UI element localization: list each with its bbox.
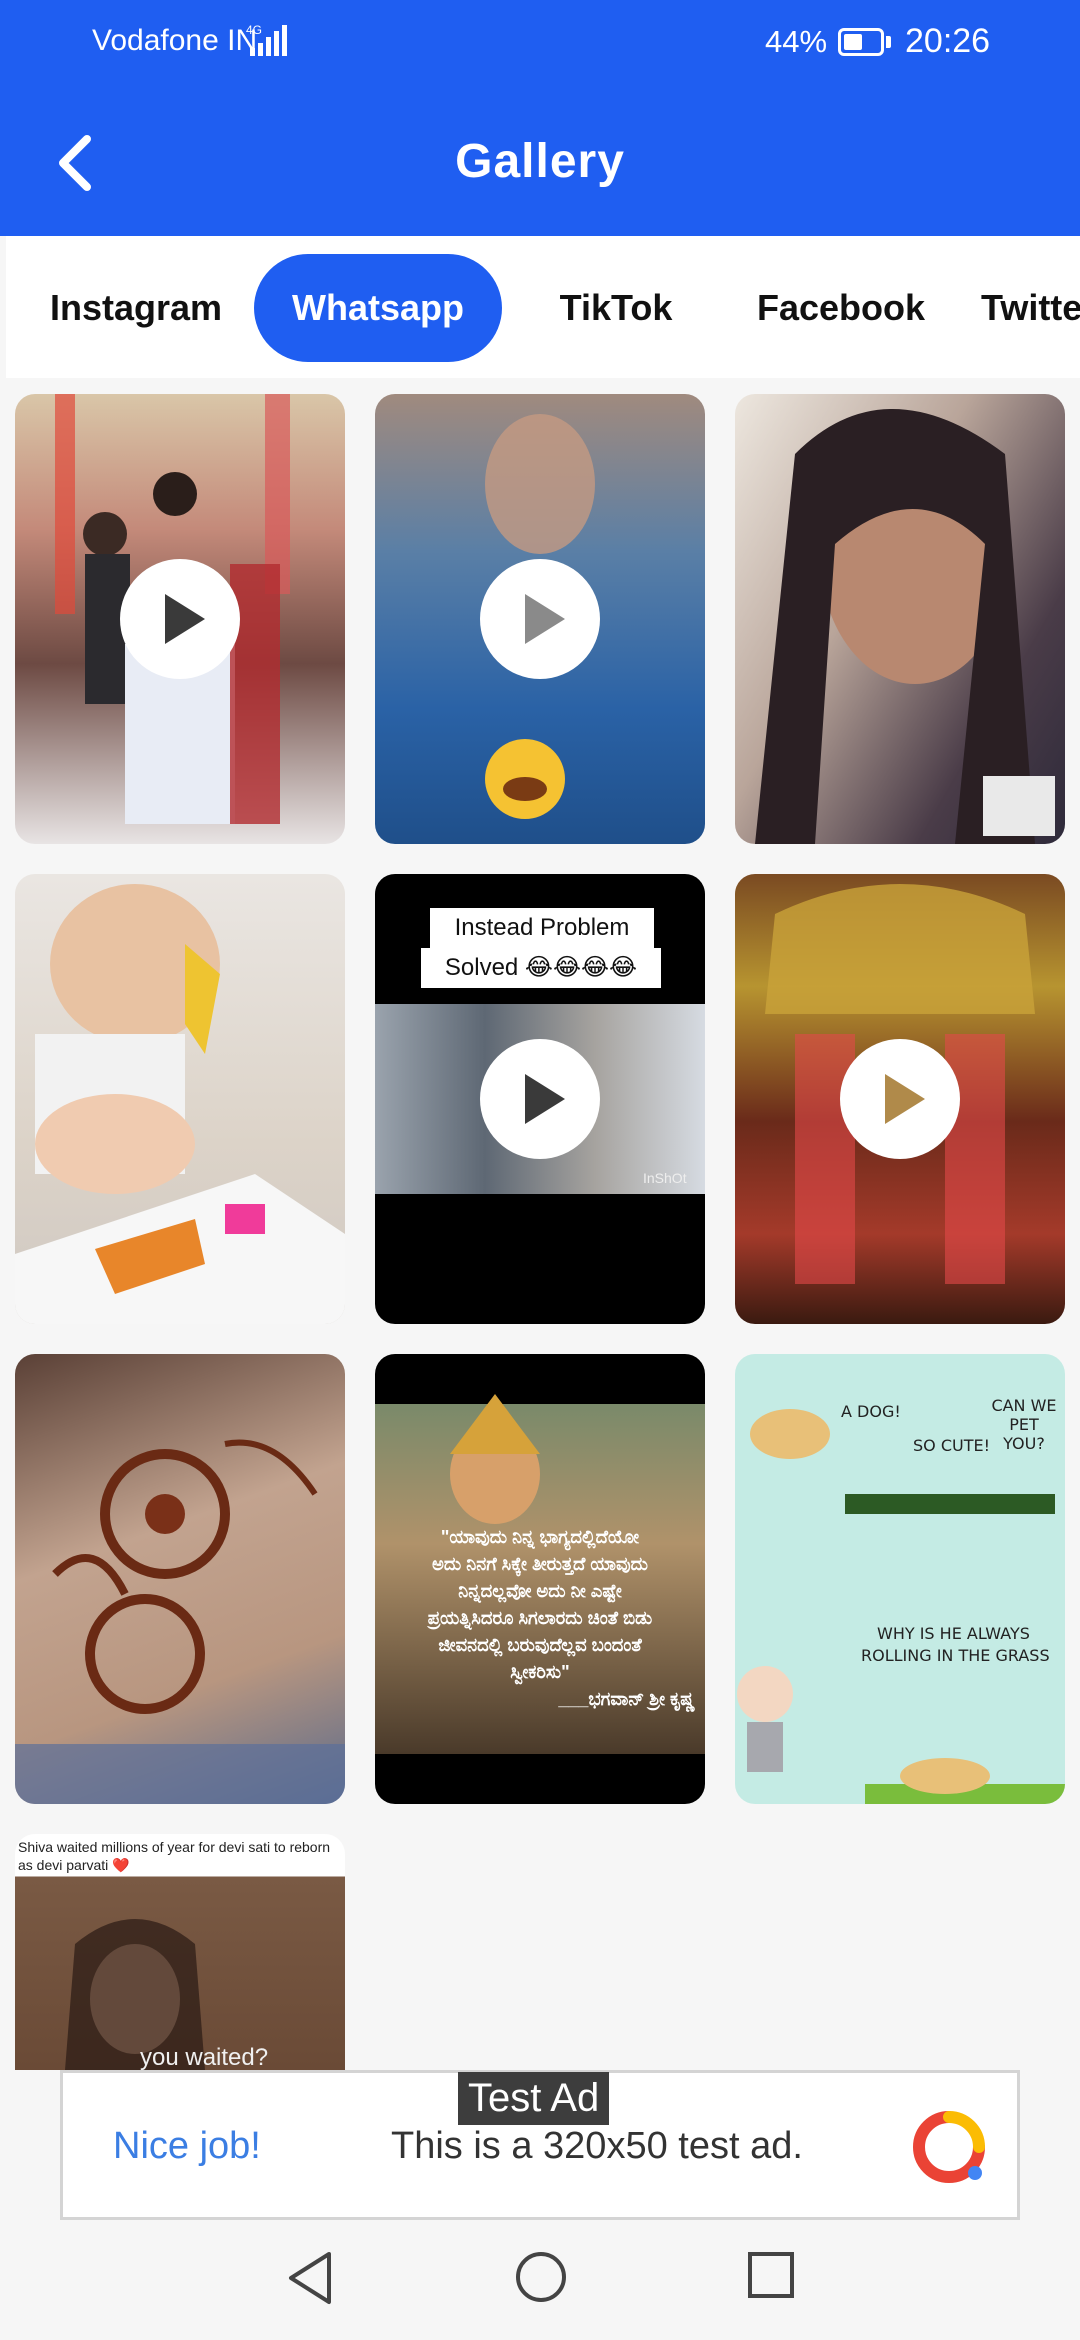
gallery-item-image[interactable]: Shiva waited millions of year for devi s… [15, 1834, 345, 2070]
gallery-item-video[interactable] [375, 394, 705, 844]
carrier-name: Vodafone IN [92, 24, 258, 57]
watermark: InShOt [643, 1170, 687, 1186]
ad-headline: Nice job! [113, 2125, 261, 2167]
comic-text: A DOG! [841, 1402, 901, 1421]
video-caption: Instead Problem [430, 908, 654, 948]
source-tabs: Instagram Whatsapp TikTok Facebook Twitt… [6, 236, 1080, 378]
gallery-item-video[interactable]: Instead Problem Solved 😂😂😂😂 InShOt [375, 874, 705, 1324]
gallery-item-image[interactable] [735, 394, 1065, 844]
gallery-item-image[interactable]: "ಯಾವುದು ನಿನ್ನ ಭಾಗ್ಯದಲ್ಲಿದೆಯೋ ಅದು ನಿನಗೆ ಸ… [375, 1354, 705, 1804]
tab-tiktok[interactable]: TikTok [526, 254, 706, 362]
comic-text: CAN WE PET YOU? [991, 1396, 1057, 1453]
play-icon [525, 1074, 565, 1124]
image-overlay-text: you waited? [140, 2044, 269, 2070]
clock: 20:26 [905, 22, 991, 60]
svg-text:4G: 4G [246, 23, 262, 37]
quote-line: ಅದು ನಿನಗೆ ಸಿಕ್ಕೇ ತೀರುತ್ತದೆ ಯಾವುದು [431, 1554, 648, 1574]
play-icon [165, 594, 205, 644]
quote-line: ಪ್ರಯತ್ನಿಸಿದರೂ ಸಿಗಲಾರದು ಚಿಂತೆ ಬಿಡು [427, 1608, 653, 1628]
gallery-item-video[interactable] [15, 394, 345, 844]
play-button[interactable] [480, 1039, 600, 1159]
tab-whatsapp[interactable]: Whatsapp [254, 254, 502, 362]
system-nav-bar [0, 2220, 1080, 2340]
tab-instagram[interactable]: Instagram [26, 254, 246, 362]
battery-percent: 44% [765, 24, 828, 59]
nav-home-icon[interactable] [514, 2250, 568, 2304]
play-icon [885, 1074, 925, 1124]
quote-line: ಜೀವನದಲ್ಲಿ ಬರುವುದೆಲ್ಲವ ಬಂದಂತೆ [438, 1635, 642, 1655]
app-bar: Gallery [0, 84, 1080, 236]
battery-icon [838, 28, 884, 56]
quote-line: ನಿನ್ನದಲ್ಲವೋ ಅದು ನೀ ಎಷ್ಟೇ [458, 1581, 622, 1601]
gallery-item-video[interactable] [735, 874, 1065, 1324]
video-caption: Solved 😂😂😂😂 [421, 948, 661, 988]
comic-text: WHY IS HE ALWAYS [877, 1624, 1030, 1643]
play-icon [525, 594, 565, 644]
ad-text: This is a 320x50 test ad. [391, 2125, 803, 2167]
play-button[interactable] [120, 559, 240, 679]
play-button[interactable] [480, 559, 600, 679]
tab-twitter[interactable]: Twitter [981, 254, 1080, 362]
nav-back-icon[interactable] [285, 2250, 335, 2306]
admob-logo-icon [913, 2111, 985, 2183]
comic-text: ROLLING IN THE GRASS [861, 1646, 1050, 1665]
tab-facebook[interactable]: Facebook [736, 254, 946, 362]
nav-recents-icon[interactable] [746, 2250, 796, 2300]
status-bar: Vodafone IN 4G 44% 20:26 [0, 0, 1080, 84]
quote-line: ಸ್ವೀಕರಿಸು" [510, 1662, 570, 1682]
gallery-item-image[interactable]: A DOG! CAN WE PET YOU? SO CUTE! WHY IS H… [735, 1354, 1065, 1804]
page-title: Gallery [455, 135, 625, 188]
test-ad-badge: Test Ad [458, 2072, 610, 2125]
quote-line: "ಯಾವುದು ನಿನ್ನ ಭಾಗ್ಯದಲ್ಲಿದೆಯೋ [440, 1527, 640, 1547]
quote-author: ___ಭಗವಾನ್ ಶ್ರೀ ಕೃಷ್ಣ [558, 1689, 695, 1709]
gallery-item-image[interactable] [15, 1354, 345, 1804]
play-button[interactable] [840, 1039, 960, 1159]
gallery-item-image[interactable] [15, 874, 345, 1324]
signal-4g-icon: 4G [246, 23, 287, 56]
comic-text: SO CUTE! [913, 1436, 991, 1455]
